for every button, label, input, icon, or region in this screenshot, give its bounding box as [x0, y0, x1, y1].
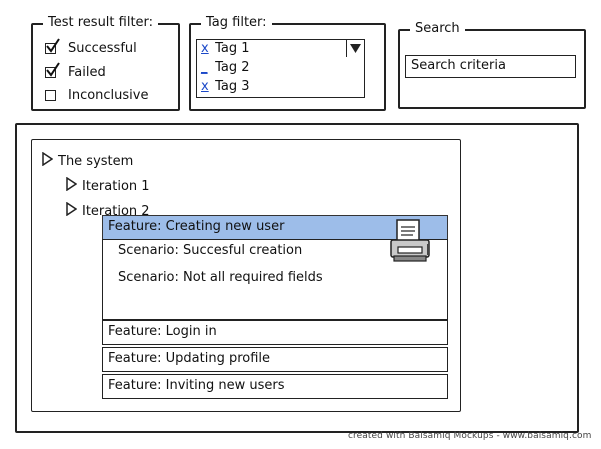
feature-updating-profile[interactable]: Feature: Updating profile [102, 347, 448, 372]
tag-option-2[interactable]: _ Tag 2 [201, 59, 250, 77]
tag-3-mark: x [201, 79, 209, 94]
feature-inviting-new-users[interactable]: Feature: Inviting new users [102, 374, 448, 399]
results-tree: The system Iteration 1 Iteration 2 Featu… [31, 139, 461, 412]
scenario-not-all-required-fields[interactable]: Scenario: Not all required fields [118, 269, 323, 287]
feature-login-in[interactable]: Feature: Login in [102, 320, 448, 345]
tag-option-3[interactable]: x Tag 3 [201, 78, 250, 96]
results-panel: The system Iteration 1 Iteration 2 Featu… [15, 123, 579, 433]
test-result-filter-title: Test result filter: [43, 14, 159, 32]
search-title: Search [410, 20, 465, 38]
search-input[interactable]: Search criteria [405, 55, 576, 78]
tree-node-label: Iteration 1 [82, 178, 150, 194]
tag-1-label: Tag 1 [215, 41, 250, 56]
filter-successful[interactable]: Successful [45, 37, 137, 58]
tag-filter-list: _ Tag 2 x Tag 3 [196, 58, 365, 98]
tree-node-label: The system [58, 153, 134, 169]
expand-triangle-icon[interactable] [66, 176, 78, 195]
failed-label: Failed [68, 64, 106, 80]
inconclusive-label: Inconclusive [68, 87, 149, 103]
successful-checkbox[interactable] [45, 37, 60, 54]
filter-failed[interactable]: Failed [45, 61, 106, 82]
tag-filter-combobox[interactable]: x Tag 1 [196, 39, 365, 59]
tag-3-label: Tag 3 [215, 79, 250, 94]
scenario-successful-creation[interactable]: Scenario: Succesful creation [118, 242, 302, 260]
failed-checkbox[interactable] [45, 61, 60, 78]
dropdown-arrow-button[interactable] [346, 40, 364, 57]
search-panel: Search Search criteria [398, 20, 586, 109]
printer-icon[interactable] [389, 218, 433, 264]
tag-filter-panel: Tag filter: x Tag 1 _ Tag 2 x Tag 3 [189, 14, 386, 111]
expand-triangle-icon[interactable] [42, 151, 54, 170]
filter-inconclusive[interactable]: Inconclusive [45, 85, 149, 105]
balsamiq-footer: created with Balsamiq Mockups - www.bals… [348, 431, 592, 441]
test-result-filter-panel: Test result filter: Successful Failed In… [31, 14, 180, 111]
tree-node-iteration-1[interactable]: Iteration 1 [66, 176, 150, 196]
chevron-down-icon [350, 44, 361, 53]
tree-node-root[interactable]: The system [42, 151, 133, 171]
expand-triangle-icon[interactable] [66, 201, 78, 220]
tag-2-mark: _ [201, 60, 208, 75]
tag-selected: x Tag 1 [201, 41, 250, 57]
checkmark-icon [46, 61, 60, 77]
tag-1-mark: x [201, 41, 209, 56]
tag-2-label: Tag 2 [215, 60, 250, 75]
checkmark-icon [46, 37, 60, 53]
tag-filter-title: Tag filter: [201, 14, 272, 32]
successful-label: Successful [68, 40, 137, 56]
inconclusive-checkbox[interactable] [45, 89, 56, 101]
